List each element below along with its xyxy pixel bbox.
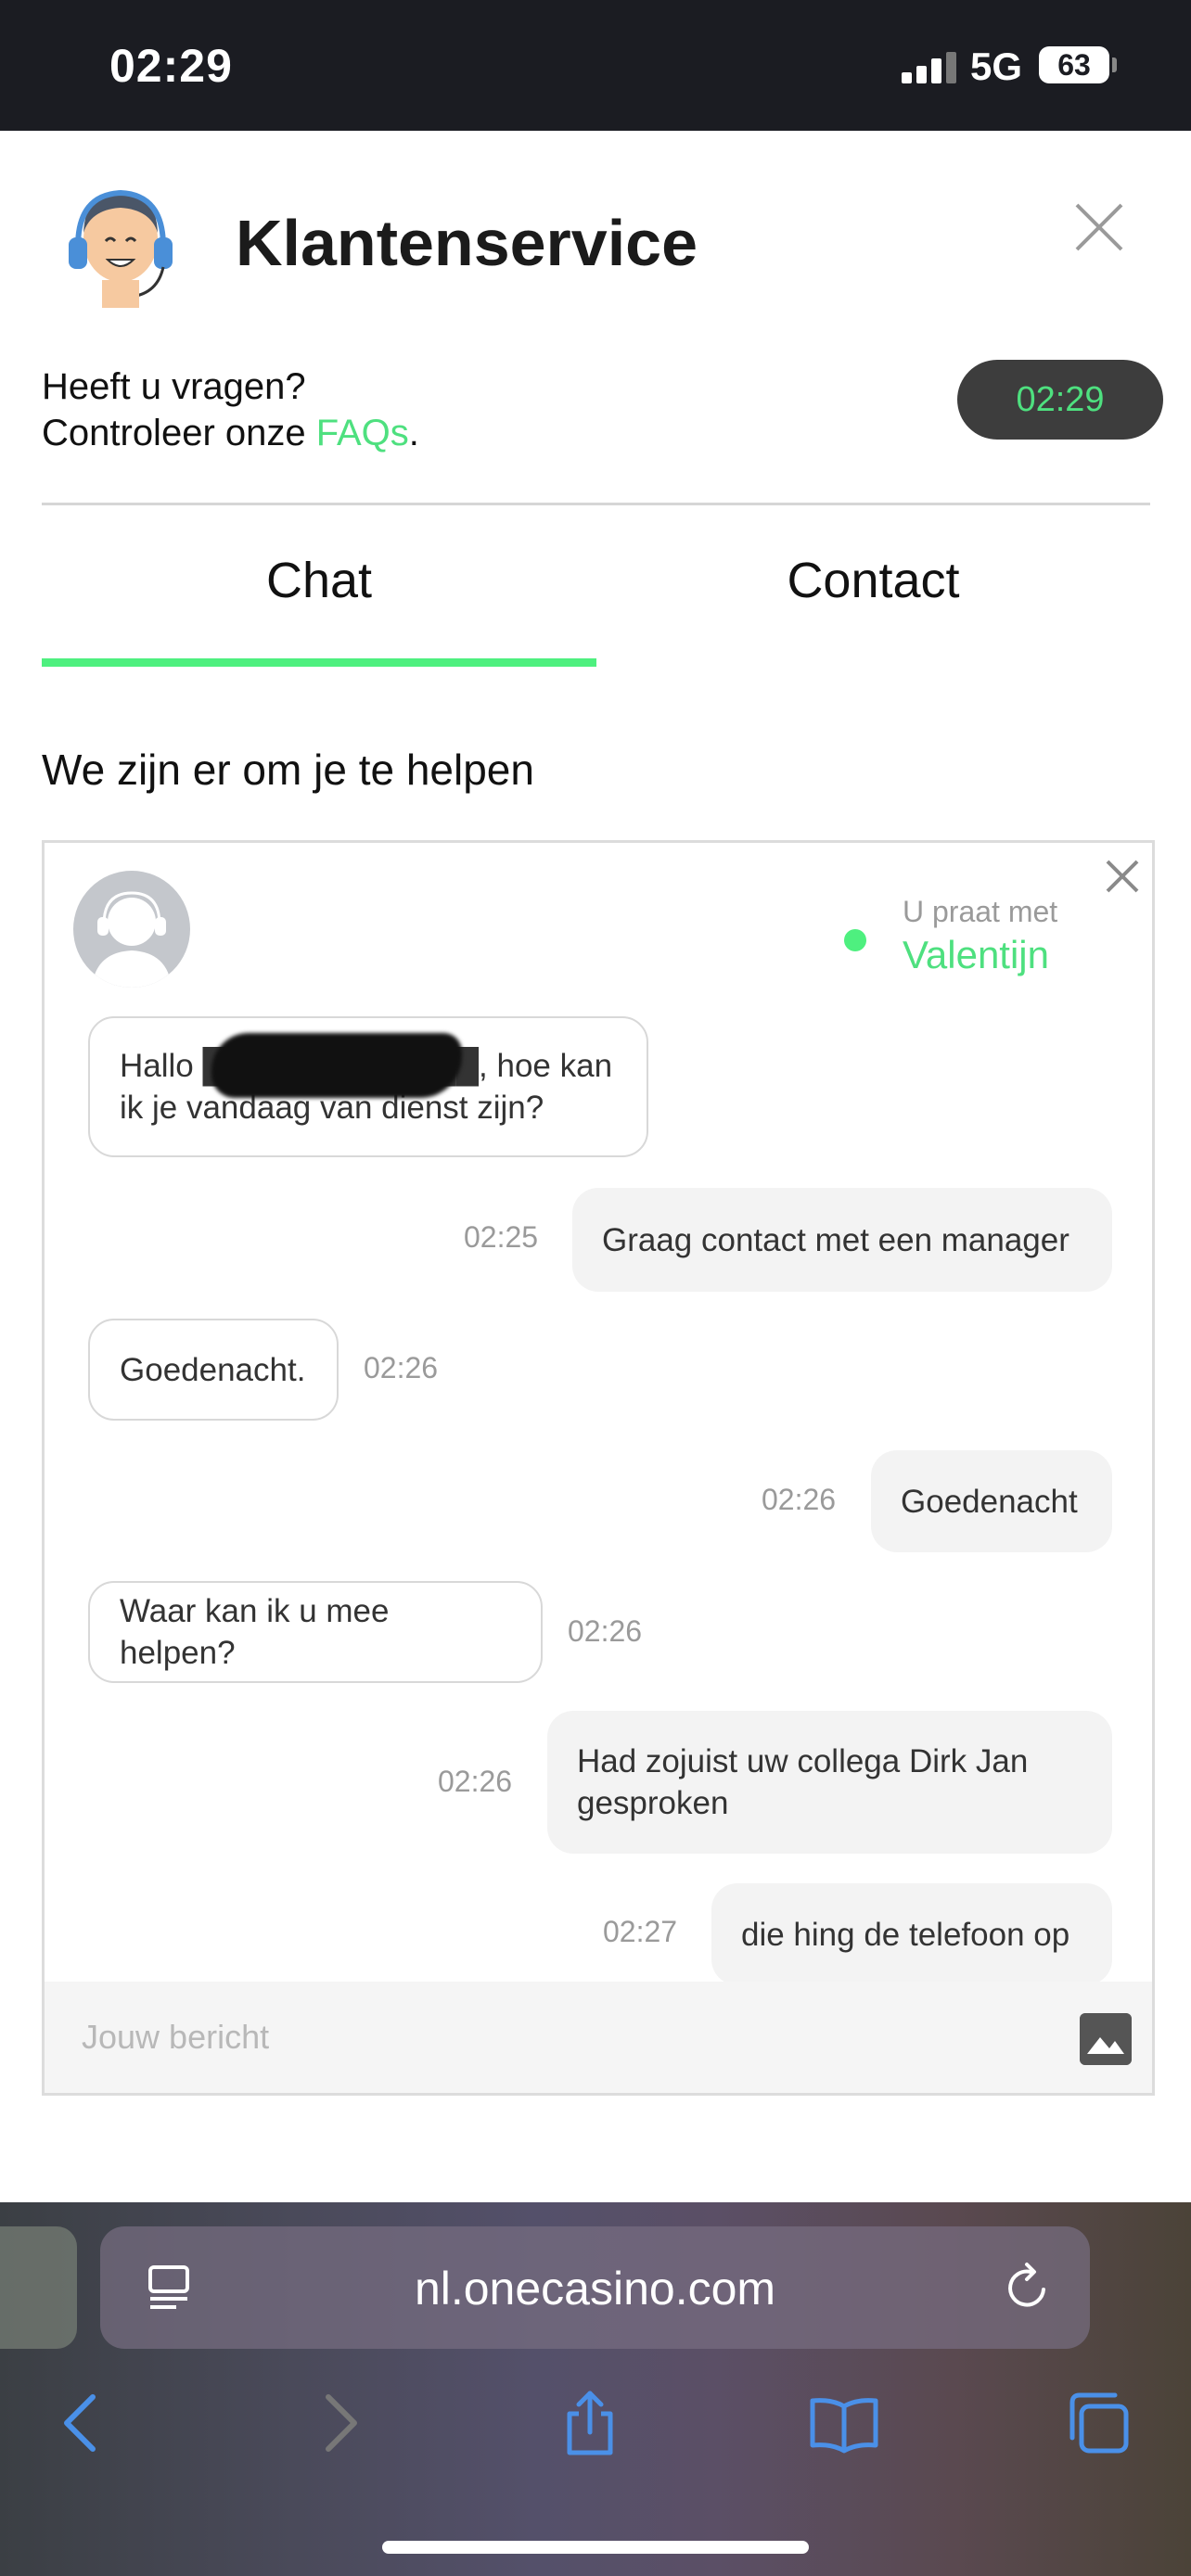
session-timer: 02:29	[957, 360, 1163, 440]
agent-avatar	[73, 871, 190, 988]
back-icon[interactable]	[45, 2386, 119, 2460]
home-indicator[interactable]	[382, 2541, 809, 2554]
image-upload-icon[interactable]	[1080, 2013, 1132, 2065]
agent-avatar-icon	[92, 888, 172, 988]
message-time: 02:27	[603, 1915, 678, 1948]
active-tab-indicator	[42, 658, 596, 667]
talking-with-label: U praat met	[903, 895, 1058, 928]
message-text: Goedenacht.	[120, 1351, 306, 1388]
message-text: Graag contact met een manager	[602, 1221, 1069, 1258]
faq-prompt-prefix: Controleer onze	[42, 413, 316, 453]
message-text: Waar kan ik u mee helpen?	[120, 1593, 390, 1671]
redaction-scribble	[211, 1033, 462, 1098]
message-user: Graag contact met een manager	[572, 1188, 1112, 1292]
message-user: Had zojuist uw collega Dirk Jan gesproke…	[547, 1711, 1112, 1854]
reload-icon[interactable]	[1003, 2262, 1055, 2314]
url-text: nl.onecasino.com	[414, 2263, 776, 2315]
page-title: Klantenservice	[236, 207, 698, 279]
message-text: die hing de telefoon op	[741, 1916, 1070, 1953]
message-agent: Waar kan ik u mee helpen?	[88, 1581, 543, 1683]
message-time: 02:26	[438, 1765, 513, 1798]
battery-icon: 63	[1039, 46, 1109, 83]
agent-name: Valentijn	[903, 933, 1049, 976]
help-heading: We zijn er om je te helpen	[42, 746, 534, 794]
message-time: 02:26	[364, 1351, 439, 1384]
message-input[interactable]	[82, 2008, 1009, 2067]
share-icon[interactable]	[553, 2386, 627, 2460]
faq-prompt: Controleer onze FAQs.	[42, 413, 419, 454]
chat-close-icon[interactable]	[1102, 856, 1143, 897]
previous-tab-preview[interactable]	[0, 2226, 77, 2349]
address-bar[interactable]: nl.onecasino.com	[100, 2226, 1090, 2349]
close-icon[interactable]	[1071, 199, 1127, 255]
faq-link[interactable]: FAQs	[316, 413, 409, 453]
status-time: 02:29	[109, 40, 233, 92]
status-bar: 02:29 5G 63	[0, 0, 1191, 131]
faq-prompt-suffix: .	[408, 413, 419, 453]
message-text: Goedenacht	[901, 1483, 1078, 1520]
bookmarks-icon[interactable]	[807, 2386, 881, 2460]
tab-chat[interactable]: Chat	[42, 552, 596, 609]
message-user: Goedenacht	[871, 1450, 1112, 1552]
forward-icon[interactable]	[302, 2386, 377, 2460]
battery-tip	[1112, 57, 1117, 72]
tabs-icon[interactable]	[1061, 2386, 1135, 2460]
message-time: 02:26	[762, 1483, 837, 1516]
divider	[42, 503, 1150, 505]
online-status-dot	[844, 929, 866, 951]
support-agent-icon	[69, 189, 173, 308]
message-time: 02:25	[464, 1220, 539, 1254]
chat-widget: U praat met Valentijn Hallo ████████████…	[42, 840, 1155, 2096]
browser-toolbar: nl.onecasino.com	[0, 2202, 1191, 2576]
message-user: die hing de telefoon op	[711, 1883, 1112, 1985]
question-text: Heeft u vragen?	[42, 366, 306, 407]
message-text: Had zojuist uw collega Dirk Jan gesproke…	[577, 1743, 1029, 1821]
message-input-bar	[45, 1982, 1152, 2093]
signal-icon	[902, 52, 957, 83]
tab-contact[interactable]: Contact	[596, 552, 1150, 609]
message-time: 02:26	[568, 1614, 643, 1648]
message-agent: Goedenacht.	[88, 1319, 339, 1421]
network-type: 5G	[970, 45, 1023, 88]
